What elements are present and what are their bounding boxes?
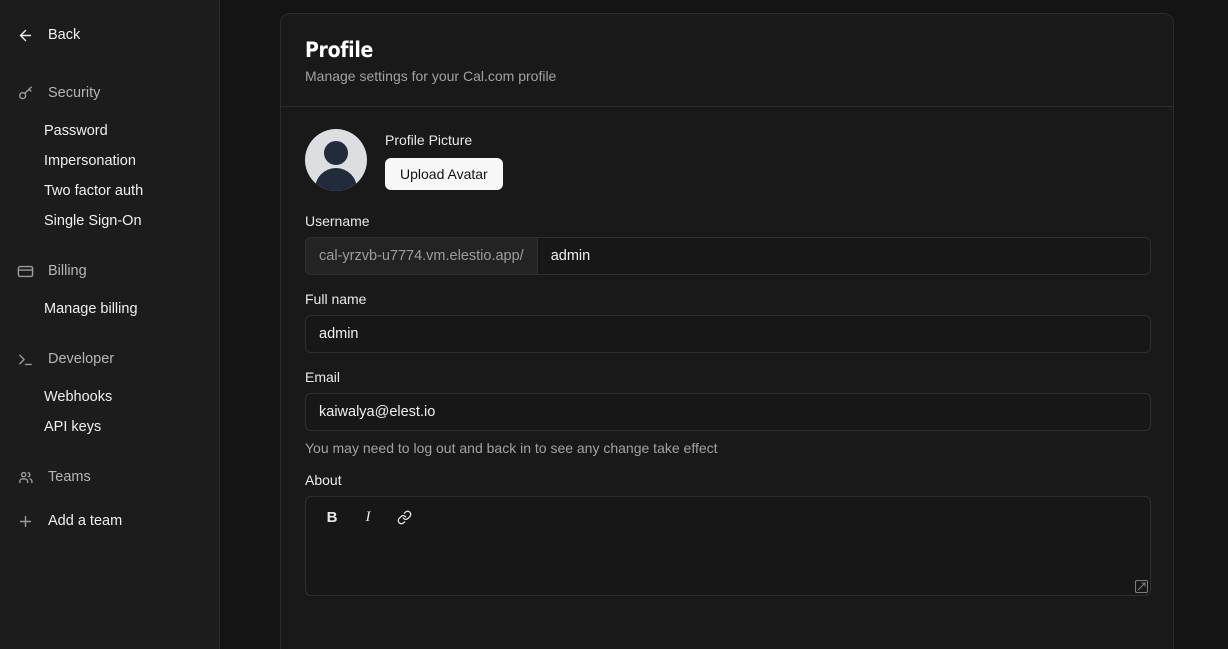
sidebar-item-webhooks[interactable]: Webhooks: [0, 382, 219, 412]
sidebar-item-password[interactable]: Password: [0, 116, 219, 146]
sidebar-group-developer[interactable]: Developer: [0, 344, 219, 374]
email-label: Email: [305, 369, 341, 386]
about-textarea[interactable]: [306, 531, 1150, 583]
email-field-group: Email You may need to log out and back i…: [305, 369, 1151, 457]
fullname-field-group: Full name: [305, 291, 1151, 354]
username-field-group: Username cal-yrzvb-u7774.vm.elestio.app/: [305, 213, 1151, 276]
resize-handle-icon[interactable]: [1134, 580, 1149, 594]
bold-button[interactable]: B: [322, 507, 342, 527]
sidebar-item-api-keys[interactable]: API keys: [0, 412, 219, 442]
sidebar-group-billing[interactable]: Billing: [0, 256, 219, 286]
terminal-icon: [16, 350, 34, 368]
credit-card-icon: [16, 262, 34, 280]
page-title: Profile: [305, 38, 374, 62]
back-label: Back: [48, 26, 81, 43]
about-label: About: [305, 472, 342, 489]
add-a-team-label: Add a team: [48, 512, 123, 529]
page-subtitle: Manage settings for your Cal.com profile: [305, 68, 557, 85]
sidebar-item-manage-billing[interactable]: Manage billing: [0, 294, 219, 324]
sidebar-group-label-security: Security: [48, 84, 101, 101]
profile-picture-meta: Profile Picture Upload Avatar: [385, 129, 503, 191]
settings-sidebar: Back Security Password Impersonation Two…: [0, 0, 220, 649]
upload-avatar-button[interactable]: Upload Avatar: [385, 158, 503, 191]
app-root: Back Security Password Impersonation Two…: [0, 0, 1228, 649]
key-icon: [16, 84, 34, 102]
sidebar-item-impersonation[interactable]: Impersonation: [0, 146, 219, 176]
sidebar-item-single-sign-on[interactable]: Single Sign-On: [0, 206, 219, 236]
avatar-body-shape: [315, 168, 357, 192]
sidebar-group-label-teams: Teams: [48, 468, 91, 485]
profile-picture-label: Profile Picture: [385, 132, 473, 149]
sidebar-group-label-billing: Billing: [48, 262, 87, 279]
sidebar-group-label-developer: Developer: [48, 350, 115, 367]
about-editor: B I: [305, 496, 1151, 597]
back-button[interactable]: Back: [0, 20, 219, 50]
profile-settings-card: Profile Manage settings for your Cal.com…: [280, 13, 1174, 649]
username-input[interactable]: [537, 238, 1150, 275]
fullname-label: Full name: [305, 291, 367, 308]
username-prefix-addon: cal-yrzvb-u7774.vm.elestio.app/: [306, 238, 538, 275]
sidebar-group-teams[interactable]: Teams: [0, 462, 219, 492]
add-a-team-button[interactable]: Add a team: [0, 506, 219, 536]
users-icon: [16, 468, 34, 486]
about-field-group: About B I: [305, 472, 1151, 597]
card-body: Profile Picture Upload Avatar Username c…: [281, 107, 1173, 597]
profile-picture-section: Profile Picture Upload Avatar: [305, 129, 1149, 192]
username-input-group: cal-yrzvb-u7774.vm.elestio.app/: [305, 237, 1151, 276]
sidebar-group-security[interactable]: Security: [0, 78, 219, 108]
fullname-input[interactable]: [305, 315, 1151, 354]
about-editor-toolbar: B I: [306, 497, 1150, 531]
main-content: Profile Manage settings for your Cal.com…: [220, 0, 1228, 649]
email-input[interactable]: [305, 393, 1151, 432]
link-icon[interactable]: [394, 507, 414, 527]
sidebar-item-two-factor-auth[interactable]: Two factor auth: [0, 176, 219, 206]
italic-button[interactable]: I: [358, 507, 378, 527]
card-header: Profile Manage settings for your Cal.com…: [281, 14, 1173, 108]
arrow-left-icon: [16, 26, 34, 44]
email-helper-text: You may need to log out and back in to s…: [305, 440, 718, 457]
username-label: Username: [305, 213, 370, 230]
plus-icon: [16, 512, 34, 530]
avatar[interactable]: [305, 129, 367, 192]
person-avatar-icon: [324, 141, 348, 166]
